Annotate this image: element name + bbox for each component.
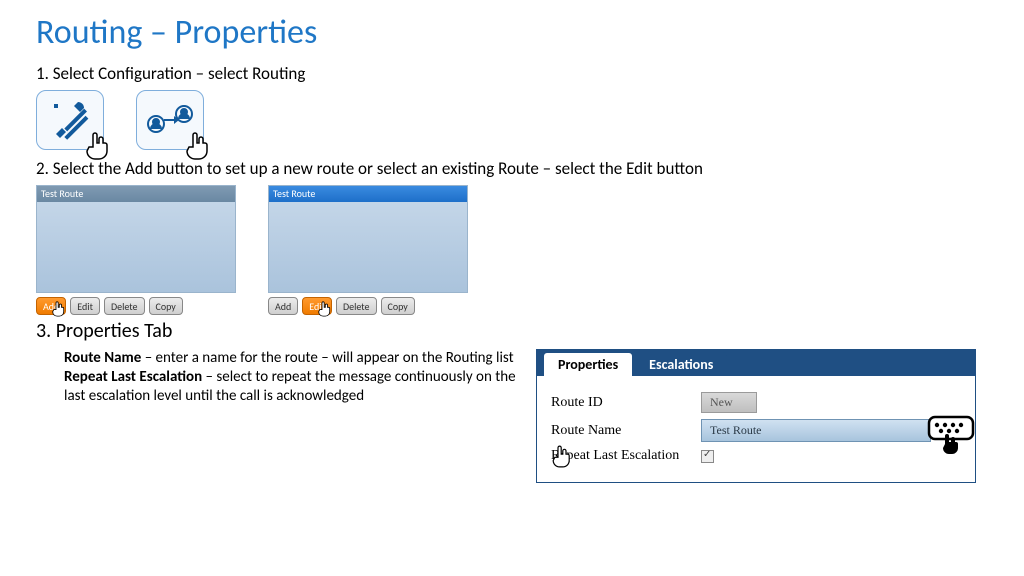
tab-escalations[interactable]: Escalations [635,352,727,376]
step-3-text: 3. Properties Tab [36,319,988,343]
keyboard-icon [925,414,979,461]
add-button[interactable]: Add [268,297,298,315]
panel-header: Test Route [37,186,235,202]
route-name-label: Route Name [551,423,701,439]
add-button[interactable]: Add [36,297,66,315]
route-panel-unselected[interactable]: Test Route [36,185,236,293]
tap-cursor-icon [51,300,68,320]
copy-button[interactable]: Copy [381,297,415,315]
panel-header: Test Route [269,186,467,202]
route-name-bold: Route Name [64,349,141,367]
tap-cursor-icon [83,129,113,163]
delete-button[interactable]: Delete [336,297,377,315]
copy-button[interactable]: Copy [149,297,183,315]
page-title: Routing – Properties [36,12,988,53]
step-1-text: 1. Select Configuration – select Routing [36,63,988,84]
route-name-input[interactable]: Test Route [701,419,931,442]
properties-panel: Properties Escalations Route ID New Rout… [536,349,976,483]
edit-button[interactable]: Edit [302,297,332,315]
tap-cursor-icon [550,442,574,473]
tap-cursor-icon [316,300,333,320]
route-id-value: New [701,392,757,413]
route-panel-selected[interactable]: Test Route [268,185,468,293]
properties-description: Route Name – enter a name for the route … [36,349,516,405]
delete-button[interactable]: Delete [104,297,145,315]
repeat-last-escalation-checkbox[interactable] [701,450,714,463]
step-2-text: 2. Select the Add button to set up a new… [36,158,988,179]
tab-properties[interactable]: Properties [543,352,633,376]
repeat-bold: Repeat Last Escalation [64,368,202,386]
tap-cursor-icon [183,129,213,163]
edit-button[interactable]: Edit [70,297,100,315]
routing-tile[interactable] [136,90,204,150]
route-id-label: Route ID [551,395,701,411]
configuration-tile[interactable] [36,90,104,150]
